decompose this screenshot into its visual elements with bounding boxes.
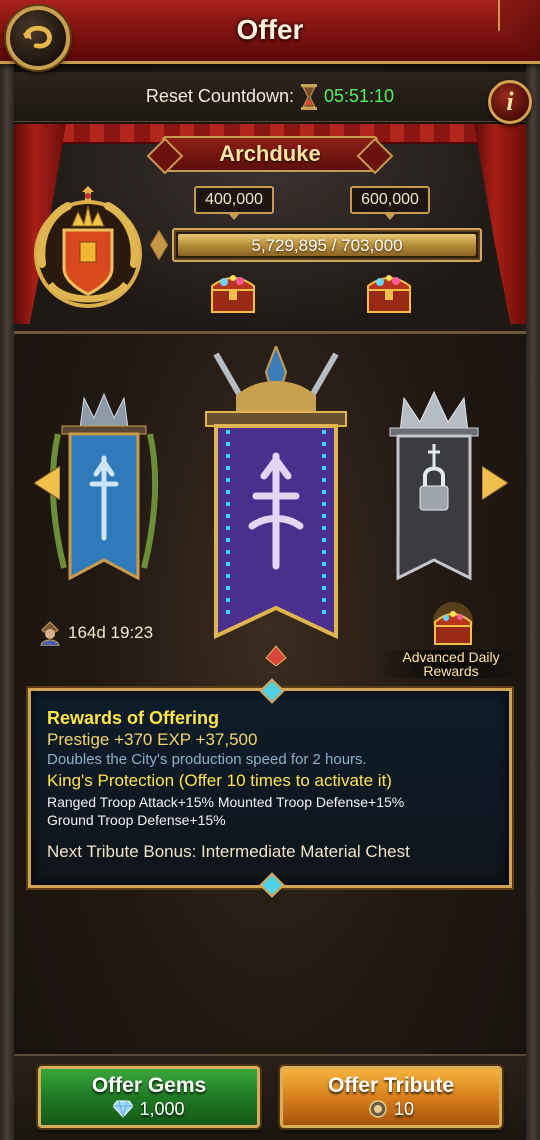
- rewards-description: Doubles the City's production speed for …: [47, 751, 367, 768]
- blue-sword-banner-icon[interactable]: [44, 388, 164, 598]
- page-title: Offer: [236, 14, 304, 45]
- offer-page: Offer Reset Countdown: 05:51:10 i Archdu…: [0, 0, 540, 1140]
- left-stone-border: [0, 60, 14, 1140]
- diamond-marker-icon: [150, 230, 168, 260]
- next-tribute-bonus: Next Tribute Bonus: Intermediate Materia…: [47, 842, 410, 861]
- curtain-right: [474, 124, 526, 324]
- right-stone-border: [526, 60, 540, 1140]
- offer-tribute-label: Offer Tribute: [327, 1074, 454, 1097]
- reset-countdown-value: 05:51:10: [324, 86, 395, 106]
- progress-text: 5,729,895 / 703,000: [251, 236, 403, 255]
- previous-arrow-icon[interactable]: [34, 466, 60, 500]
- offer-gems-label: Offer Gems: [91, 1074, 207, 1097]
- gem-icon: [113, 1100, 134, 1118]
- advanced-daily-rewards-label: Advanced Daily Rewards: [376, 650, 526, 678]
- rewards-title: Rewards of Offering: [47, 708, 220, 728]
- next-arrow-icon[interactable]: [482, 466, 508, 500]
- reset-countdown-strip: Reset Countdown: 05:51:10: [14, 72, 526, 122]
- treasure-chest-icon[interactable]: [362, 266, 416, 316]
- rewards-panel: Rewards of Offering Prestige +370 EXP +3…: [28, 688, 512, 888]
- locked-silver-banner-icon[interactable]: [374, 388, 494, 598]
- treasure-chest-icon[interactable]: [206, 266, 260, 316]
- kings-protection: King's Protection (Offer 10 times to act…: [47, 771, 392, 790]
- milestone-2-label: 600,000: [350, 186, 430, 220]
- milestone-1-label: 400,000: [194, 186, 274, 220]
- tribute-token-icon: [369, 1100, 387, 1118]
- offer-tribute-button[interactable]: Offer Tribute 10: [280, 1066, 502, 1128]
- offer-gems-button[interactable]: Offer Gems 1,000: [38, 1066, 260, 1128]
- hourglass-icon: [301, 83, 317, 110]
- banner-timer-value: 164d 19:23: [68, 623, 154, 642]
- troop-bonus-line-2: Ground Troop Defense+15%: [47, 812, 226, 828]
- advanced-daily-rewards[interactable]: Advanced Daily Rewards: [376, 602, 526, 682]
- troop-bonus-line-1: Ranged Troop Attack+15% Mounted Troop De…: [47, 794, 405, 810]
- rank-title-banner: Archduke: [162, 136, 378, 172]
- offer-tribute-cost: 10: [368, 1098, 414, 1120]
- archduke-crest-icon: [34, 186, 142, 308]
- daily-rewards-chest-icon: [433, 602, 473, 645]
- offer-gems-cost: 1,000: [113, 1098, 185, 1120]
- rank-name: Archduke: [219, 141, 321, 166]
- info-button[interactable]: i: [488, 80, 532, 124]
- purple-sword-banner-icon[interactable]: [186, 346, 366, 666]
- rewards-prestige: Prestige +370 EXP +37,500: [47, 730, 258, 749]
- hero-icon: [40, 621, 60, 646]
- info-icon: i: [506, 87, 514, 116]
- banner-timer: 164d 19:23: [38, 620, 153, 646]
- prestige-progress-bar: 5,729,895 / 703,000: [172, 228, 482, 262]
- reset-countdown-label: Reset Countdown:: [145, 86, 294, 106]
